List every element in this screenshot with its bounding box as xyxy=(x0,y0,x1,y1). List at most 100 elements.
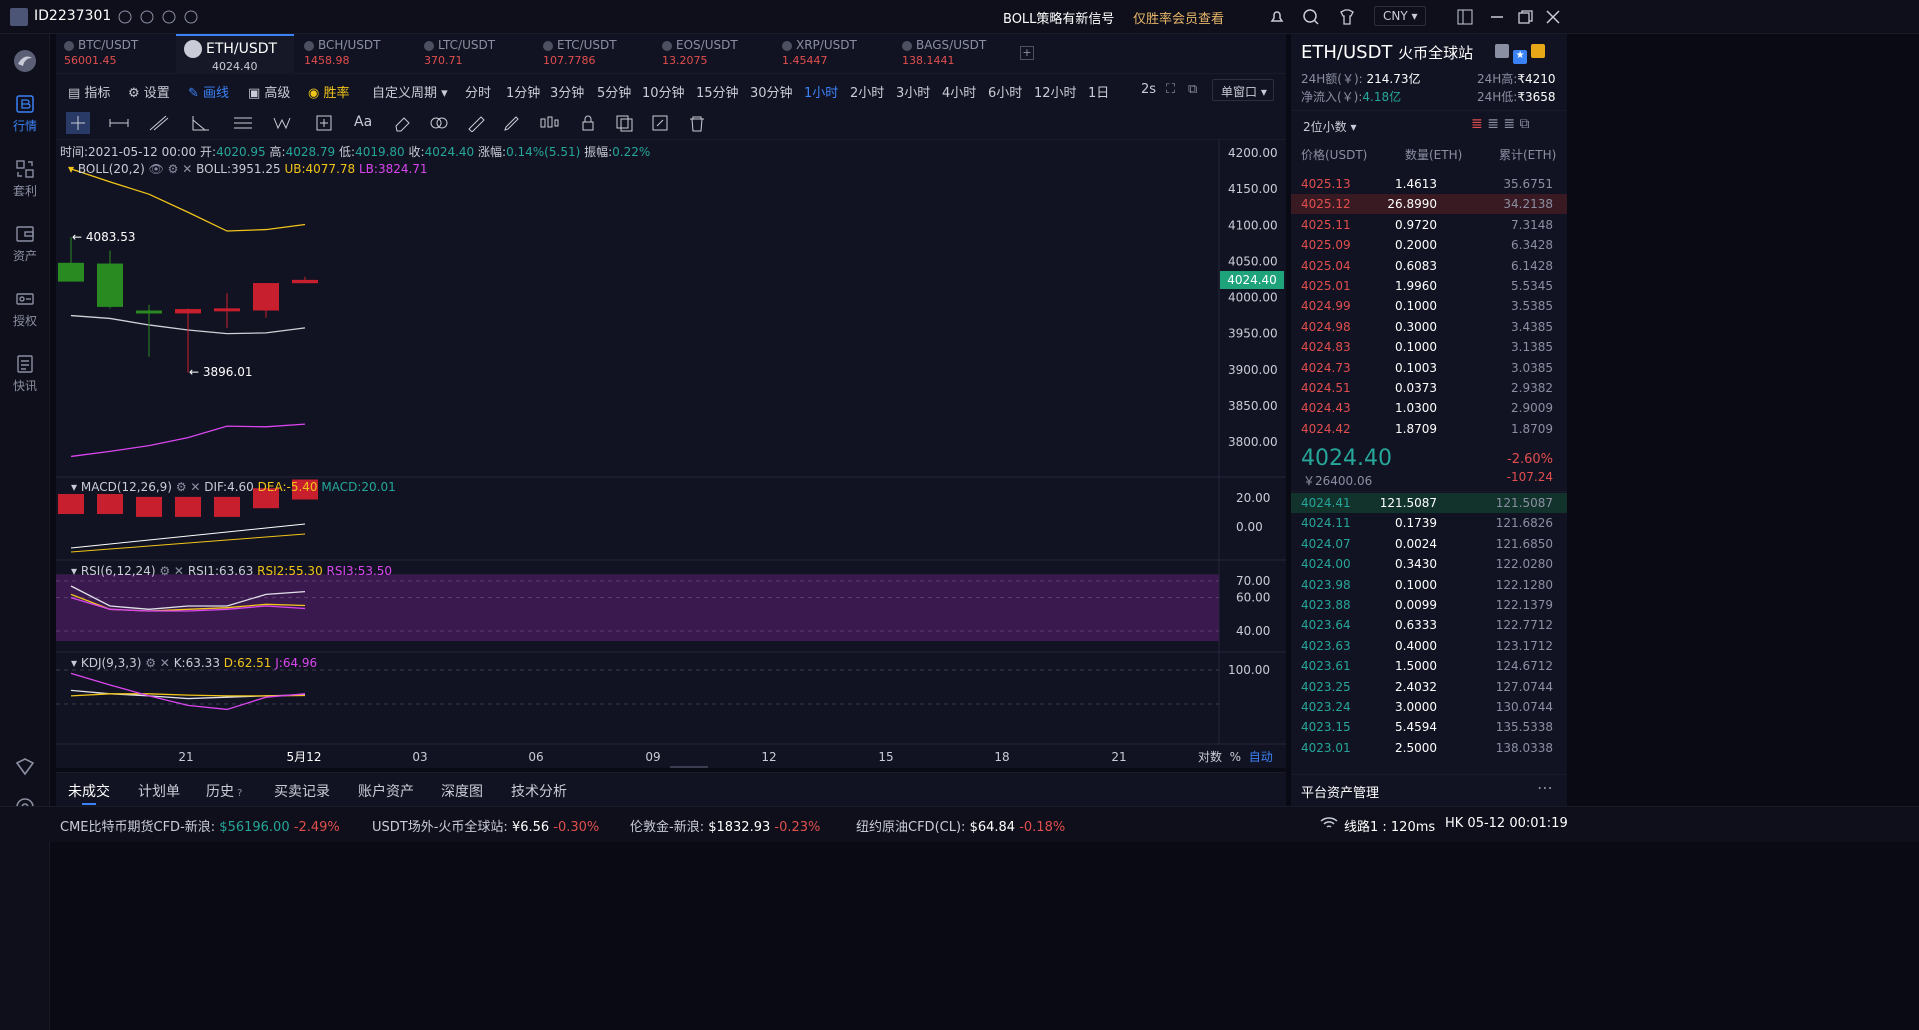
wave-tool-icon[interactable] xyxy=(272,114,294,136)
layout-icon[interactable] xyxy=(1456,8,1474,30)
log-scale-toggle[interactable]: 对数 xyxy=(1198,750,1222,764)
tab-plan-orders[interactable]: 计划单 xyxy=(138,781,180,801)
tab-history[interactable]: 历史 ? xyxy=(206,781,243,801)
period-11[interactable]: 6小时 xyxy=(988,82,1022,101)
add-tab-button[interactable]: + xyxy=(1020,46,1034,60)
tag-icon[interactable] xyxy=(14,756,36,782)
brush-tool-icon[interactable] xyxy=(502,114,524,136)
trendline-tool-icon[interactable] xyxy=(148,114,170,136)
orderbook-row[interactable]: 4024.11 0.1739 121.6826 xyxy=(1291,513,1567,533)
tab-open-orders[interactable]: 未成交 xyxy=(68,781,110,801)
orderbook-row[interactable]: 4025.11 0.9720 7.3148 xyxy=(1291,215,1567,235)
orderbook-row[interactable]: 4024.98 0.3000 3.4385 xyxy=(1291,317,1567,337)
orderbook-row[interactable]: 4024.41 121.5087 121.5087 xyxy=(1291,493,1567,513)
signal-link[interactable]: 仅胜率会员查看 xyxy=(1133,8,1224,27)
lock-tool-icon[interactable] xyxy=(578,114,600,136)
chart-canvas[interactable]: 4200.00 4150.00 4100.00 4050.00 4000.00 3950.… xyxy=(56,140,1286,768)
tab-bags[interactable]: BAGS/USDT 138.1441 xyxy=(894,34,1012,74)
custom-period-select[interactable]: 自定义周期 ▾ xyxy=(372,82,448,101)
tab-bch[interactable]: BCH/USDT 1458.98 xyxy=(296,34,414,74)
period-13[interactable]: 1日 xyxy=(1088,82,1109,101)
winrate-button[interactable]: ◉ 胜率 xyxy=(308,82,350,101)
search-icon[interactable] xyxy=(1302,8,1320,30)
percent-scale-toggle[interactable]: % xyxy=(1230,750,1241,764)
tab-technical[interactable]: 技术分析 xyxy=(511,781,567,801)
tab-account-assets[interactable]: 账户资产 xyxy=(358,781,414,801)
period-4[interactable]: 10分钟 xyxy=(642,82,685,101)
tab-etc[interactable]: ETC/USDT 107.7786 xyxy=(535,34,653,74)
crosshair-tool-icon[interactable] xyxy=(66,112,90,134)
sidebar-item-market[interactable]: 行情 xyxy=(0,94,50,134)
ruler-tool-icon[interactable] xyxy=(466,114,488,136)
sidebar-item-news[interactable]: 快讯 xyxy=(0,354,50,394)
orderbook-row[interactable]: 4024.73 0.1003 3.0385 xyxy=(1291,358,1567,378)
orderbook-row[interactable]: 4024.43 1.0300 2.9009 xyxy=(1291,398,1567,418)
period-3[interactable]: 5分钟 xyxy=(597,82,631,101)
avatar[interactable] xyxy=(10,8,28,26)
orderbook-row[interactable]: 4024.51 0.0373 2.9382 xyxy=(1291,378,1567,398)
ticker-item[interactable]: 伦敦金-新浪: $1832.93 -0.23% xyxy=(630,816,820,835)
more-icon[interactable]: ⋯ xyxy=(1537,778,1553,797)
tab-btc[interactable]: BTC/USDT 56001.45 xyxy=(56,34,174,74)
orderbook-row[interactable]: 4024.42 1.8709 1.8709 xyxy=(1291,419,1567,439)
orderbook-row[interactable]: 4023.63 0.4000 123.1712 xyxy=(1291,636,1567,656)
period-7[interactable]: 1小时 xyxy=(804,82,838,101)
indicator-button[interactable]: ▤ 指标 xyxy=(68,82,110,101)
window-select[interactable]: 单窗口 ▾ xyxy=(1212,79,1274,101)
f10-icon[interactable] xyxy=(1531,44,1546,58)
tab-depth[interactable]: 深度图 xyxy=(441,781,483,801)
orderbook-row[interactable]: 4024.99 0.1000 3.5385 xyxy=(1291,296,1567,316)
period-1[interactable]: 1分钟 xyxy=(506,82,540,101)
eraser-tool-icon[interactable] xyxy=(392,114,414,136)
tab-ltc[interactable]: LTC/USDT 370.71 xyxy=(416,34,534,74)
orderbook-row[interactable]: 4023.64 0.6333 122.7712 xyxy=(1291,615,1567,635)
tab-xrp[interactable]: XRP/USDT 1.45447 xyxy=(774,34,892,74)
orderbook-row[interactable]: 4024.83 0.1000 3.1385 xyxy=(1291,337,1567,357)
close-icon[interactable] xyxy=(1544,8,1562,30)
period-0[interactable]: 分时 xyxy=(465,82,491,101)
sidebar-item-arbitrage[interactable]: 套利 xyxy=(0,159,50,199)
orderbook-row[interactable]: 4023.88 0.0099 122.1379 xyxy=(1291,595,1567,615)
period-2[interactable]: 3分钟 xyxy=(550,82,584,101)
orderbook-row[interactable]: 4025.12 26.8990 34.2138 xyxy=(1291,194,1567,215)
decimals-select[interactable]: 2位小数 ▾ xyxy=(1303,118,1356,135)
orderbook-row[interactable]: 4025.13 1.4613 35.6751 xyxy=(1291,174,1567,194)
maximize-icon[interactable] xyxy=(1516,8,1534,30)
popout-icon[interactable]: ⧉ xyxy=(1188,82,1197,97)
settings-button[interactable]: ⚙ 设置 xyxy=(128,82,170,101)
fullscreen-icon[interactable]: ⛶ xyxy=(1166,82,1175,97)
candles-tool-icon[interactable] xyxy=(538,114,560,136)
ticker-item[interactable]: 纽约原油CFD(CL): $64.84 -0.18% xyxy=(856,816,1065,835)
text-tool-icon[interactable]: Aa xyxy=(354,114,372,130)
period-12[interactable]: 12小时 xyxy=(1034,82,1077,101)
parallel-tool-icon[interactable] xyxy=(232,114,254,136)
asset-mgmt-link[interactable]: 平台资产管理 xyxy=(1301,782,1379,801)
view-mode-icons[interactable]: ≣ ≣ ≣ ⧉ xyxy=(1471,116,1530,132)
auto-scale-toggle[interactable]: 自动 xyxy=(1249,750,1273,764)
period-5[interactable]: 15分钟 xyxy=(696,82,739,101)
minimize-icon[interactable] xyxy=(1488,8,1506,30)
orderbook-row[interactable]: 4025.01 1.9960 5.5345 xyxy=(1291,276,1567,296)
shirt-icon[interactable] xyxy=(1338,8,1356,30)
chart-area[interactable]: 4200.00 4150.00 4100.00 4050.00 4000.00 3950.… xyxy=(56,140,1286,768)
bell-icon[interactable] xyxy=(1268,8,1286,30)
orderbook-row[interactable]: 4023.15 5.4594 135.5338 xyxy=(1291,717,1567,737)
orderbook-row[interactable]: 4023.98 0.1000 122.1280 xyxy=(1291,575,1567,595)
orderbook-row[interactable]: 4023.01 2.5000 138.0338 xyxy=(1291,738,1567,758)
currency-select[interactable]: CNY ▾ xyxy=(1374,6,1426,26)
orderbook-row[interactable]: 4023.25 2.4032 127.0744 xyxy=(1291,677,1567,697)
sidebar-item-assets[interactable]: 资产 xyxy=(0,224,50,264)
orderbook-row[interactable]: 4025.04 0.6083 6.1428 xyxy=(1291,256,1567,276)
orderbook-row[interactable]: 4024.00 0.3430 122.0280 xyxy=(1291,554,1567,574)
hline-tool-icon[interactable] xyxy=(108,114,130,136)
advanced-button[interactable]: ▣ 高级 xyxy=(248,82,290,101)
orderbook-row[interactable]: 4023.24 3.0000 130.0744 xyxy=(1291,697,1567,717)
draw-button[interactable]: ✎ 画线 xyxy=(188,82,229,101)
alert-icon[interactable] xyxy=(1495,44,1509,58)
orderbook-row[interactable]: 4025.09 0.2000 6.3428 xyxy=(1291,235,1567,255)
orderbook-row[interactable]: 4023.61 1.5000 124.6712 xyxy=(1291,656,1567,676)
angle-tool-icon[interactable] xyxy=(190,114,212,136)
refresh-interval[interactable]: 2s xyxy=(1141,82,1156,97)
edit-tool-icon[interactable] xyxy=(650,114,672,136)
network-line[interactable]: 线路1 : 120ms xyxy=(1344,816,1435,835)
